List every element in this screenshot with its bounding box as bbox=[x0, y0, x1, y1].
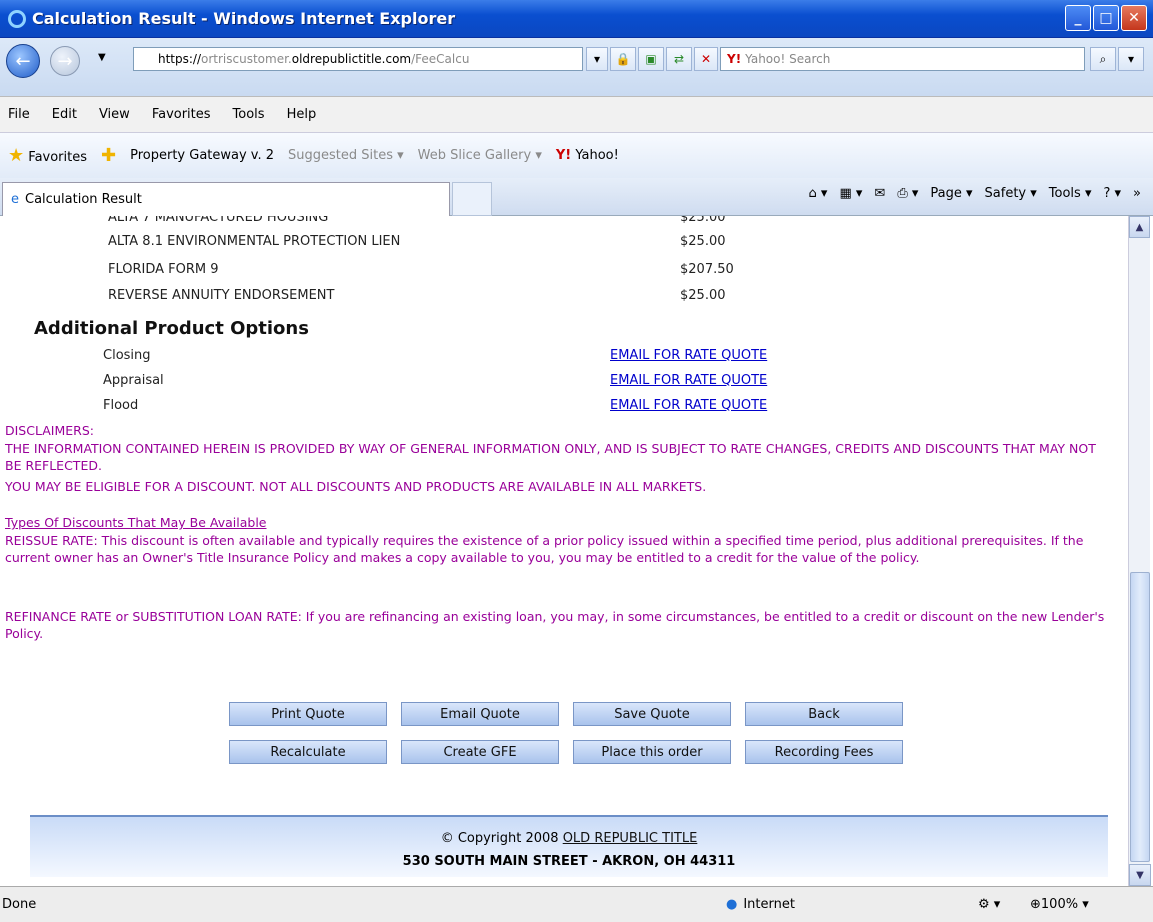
refresh-icon[interactable]: ⇄ bbox=[666, 47, 692, 71]
vertical-scrollbar[interactable]: ▲ ▼ bbox=[1128, 216, 1151, 886]
status-text: Done bbox=[2, 897, 37, 912]
email-rate-quote-link[interactable]: EMAIL FOR RATE QUOTE bbox=[610, 348, 767, 363]
endorsement-name: REVERSE ANNUITY ENDORSEMENT bbox=[108, 288, 335, 303]
yahoo-fav-icon: Y! bbox=[555, 148, 572, 163]
forward-nav-button[interactable]: → bbox=[50, 46, 80, 76]
place-order-button[interactable]: Place this order bbox=[573, 740, 731, 764]
home-icon[interactable]: ⌂ ▾ bbox=[809, 186, 828, 201]
menu-bar: File Edit View Favorites Tools Help bbox=[0, 96, 1153, 132]
page-content: ALTA 7 MANUFACTURED HOUSING $25.00 ALTA … bbox=[0, 216, 1128, 886]
scroll-down-icon[interactable]: ▼ bbox=[1129, 864, 1151, 886]
feeds-icon[interactable]: ▦ ▾ bbox=[839, 186, 862, 201]
fav-yahoo[interactable]: Y! Yahoo! bbox=[556, 148, 619, 163]
zoom-control[interactable]: ⊕100% ▾ bbox=[1030, 897, 1089, 912]
more-commands-icon[interactable]: » bbox=[1133, 186, 1141, 201]
search-input[interactable]: Y! Yahoo! Search bbox=[720, 47, 1085, 71]
favorites-button[interactable]: ★ Favorites bbox=[8, 145, 87, 166]
window-title: Calculation Result - Windows Internet Ex… bbox=[32, 9, 456, 28]
favorites-bar: ★ Favorites ✚ Property Gateway v. 2 Sugg… bbox=[0, 132, 1153, 178]
security-zone[interactable]: ● Internet bbox=[726, 897, 795, 912]
endorsement-amount: $25.00 bbox=[680, 288, 726, 303]
stop-icon[interactable]: ✕ bbox=[694, 47, 718, 71]
endorsement-name: ALTA 7 MANUFACTURED HOUSING bbox=[108, 216, 329, 225]
back-nav-button[interactable]: ← bbox=[6, 44, 40, 78]
fav-web-slice-gallery[interactable]: Web Slice Gallery ▾ bbox=[418, 148, 542, 163]
menu-tools[interactable]: Tools bbox=[233, 107, 265, 122]
option-name: Appraisal bbox=[103, 373, 164, 388]
copyright-line: © Copyright 2008 OLD REPUBLIC TITLE bbox=[440, 831, 698, 846]
title-bar: Calculation Result - Windows Internet Ex… bbox=[0, 0, 1153, 38]
maximize-button[interactable]: □ bbox=[1093, 5, 1119, 31]
globe-icon: ● bbox=[726, 897, 738, 912]
fav-suggested-sites[interactable]: Suggested Sites ▾ bbox=[288, 148, 404, 163]
email-quote-button[interactable]: Email Quote bbox=[401, 702, 559, 726]
discount-eligibility-text: YOU MAY BE ELIGIBLE FOR A DISCOUNT. NOT … bbox=[5, 479, 707, 494]
company-link[interactable]: OLD REPUBLIC TITLE bbox=[563, 831, 698, 846]
menu-help[interactable]: Help bbox=[287, 107, 317, 122]
company-address: 530 SOUTH MAIN STREET - AKRON, OH 44311 bbox=[402, 854, 736, 869]
endorsement-amount: $207.50 bbox=[680, 262, 734, 277]
endorsement-amount: $25.00 bbox=[680, 234, 726, 249]
back-button[interactable]: Back bbox=[745, 702, 903, 726]
recent-pages-dropdown-icon[interactable]: ▼ bbox=[98, 52, 106, 63]
refinance-rate-text: REFINANCE RATE or SUBSTITUTION LOAN RATE… bbox=[5, 609, 1105, 641]
email-rate-quote-link[interactable]: EMAIL FOR RATE QUOTE bbox=[610, 398, 767, 413]
section-heading: Additional Product Options bbox=[34, 318, 309, 339]
menu-file[interactable]: File bbox=[8, 107, 30, 122]
endorsement-amount: $25.00 bbox=[680, 216, 726, 225]
disclaimers-label: DISCLAIMERS: bbox=[5, 423, 94, 438]
status-bar: Done ● Internet ⚙ ▾ ⊕100% ▾ bbox=[0, 886, 1153, 922]
page-menu[interactable]: Page ▾ bbox=[930, 186, 972, 201]
tools-menu[interactable]: Tools ▾ bbox=[1049, 186, 1092, 201]
types-of-discounts-link[interactable]: Types Of Discounts That May Be Available bbox=[5, 514, 1115, 531]
star-icon: ★ bbox=[8, 145, 25, 166]
tab-bar: e Calculation Result ⌂ ▾ ▦ ▾ ✉ ⎙ ▾ Page … bbox=[0, 178, 1153, 216]
scroll-thumb[interactable] bbox=[1130, 572, 1150, 862]
recalculate-button[interactable]: Recalculate bbox=[229, 740, 387, 764]
ie-tab-icon: e bbox=[11, 192, 19, 207]
fav-property-gateway[interactable]: Property Gateway v. 2 bbox=[130, 148, 274, 163]
menu-view[interactable]: View bbox=[99, 107, 130, 122]
new-tab-button[interactable] bbox=[452, 182, 492, 216]
read-mail-icon[interactable]: ✉ bbox=[874, 186, 885, 201]
zoom-icon: ⊕ bbox=[1030, 897, 1041, 912]
print-quote-button[interactable]: Print Quote bbox=[229, 702, 387, 726]
protected-mode-icon[interactable]: ⚙ ▾ bbox=[978, 897, 1000, 912]
create-gfe-button[interactable]: Create GFE bbox=[401, 740, 559, 764]
close-button[interactable]: ✕ bbox=[1121, 5, 1147, 31]
search-icon[interactable]: ⌕ bbox=[1090, 47, 1116, 71]
url-field[interactable]: https://ortriscustomer. oldrepublictitle.… bbox=[133, 47, 583, 71]
reissue-rate-text: REISSUE RATE: This discount is often ava… bbox=[5, 533, 1084, 565]
menu-edit[interactable]: Edit bbox=[52, 107, 77, 122]
ie-logo-icon bbox=[8, 9, 26, 28]
endorsement-name: ALTA 8.1 ENVIRONMENTAL PROTECTION LIEN bbox=[108, 234, 401, 249]
safety-menu[interactable]: Safety ▾ bbox=[985, 186, 1037, 201]
minimize-button[interactable]: _ bbox=[1065, 5, 1091, 31]
lock-icon[interactable]: 🔒 bbox=[610, 47, 636, 71]
option-name: Closing bbox=[103, 348, 151, 363]
address-bar-area: ← → ▼ https://ortriscustomer. oldrepublic… bbox=[0, 38, 1153, 96]
url-dropdown-icon[interactable]: ▾ bbox=[586, 47, 608, 71]
scroll-up-icon[interactable]: ▲ bbox=[1129, 216, 1150, 238]
page-footer: © Copyright 2008 OLD REPUBLIC TITLE 530 … bbox=[30, 815, 1108, 877]
compatibility-icon[interactable]: ▣ bbox=[638, 47, 664, 71]
print-icon[interactable]: ⎙ ▾ bbox=[897, 186, 918, 201]
email-rate-quote-link[interactable]: EMAIL FOR RATE QUOTE bbox=[610, 373, 767, 388]
help-icon[interactable]: ? ▾ bbox=[1103, 186, 1121, 201]
endorsement-name: FLORIDA FORM 9 bbox=[108, 262, 219, 277]
add-favorite-icon[interactable]: ✚ bbox=[101, 145, 116, 166]
menu-favorites[interactable]: Favorites bbox=[152, 107, 211, 122]
recording-fees-button[interactable]: Recording Fees bbox=[745, 740, 903, 764]
option-name: Flood bbox=[103, 398, 139, 413]
tab-calculation-result[interactable]: e Calculation Result bbox=[2, 182, 450, 216]
yahoo-icon: Y! bbox=[727, 52, 742, 66]
disclaimer-text: THE INFORMATION CONTAINED HEREIN IS PROV… bbox=[5, 441, 1096, 473]
search-options-icon[interactable]: ▾ bbox=[1118, 47, 1144, 71]
save-quote-button[interactable]: Save Quote bbox=[573, 702, 731, 726]
